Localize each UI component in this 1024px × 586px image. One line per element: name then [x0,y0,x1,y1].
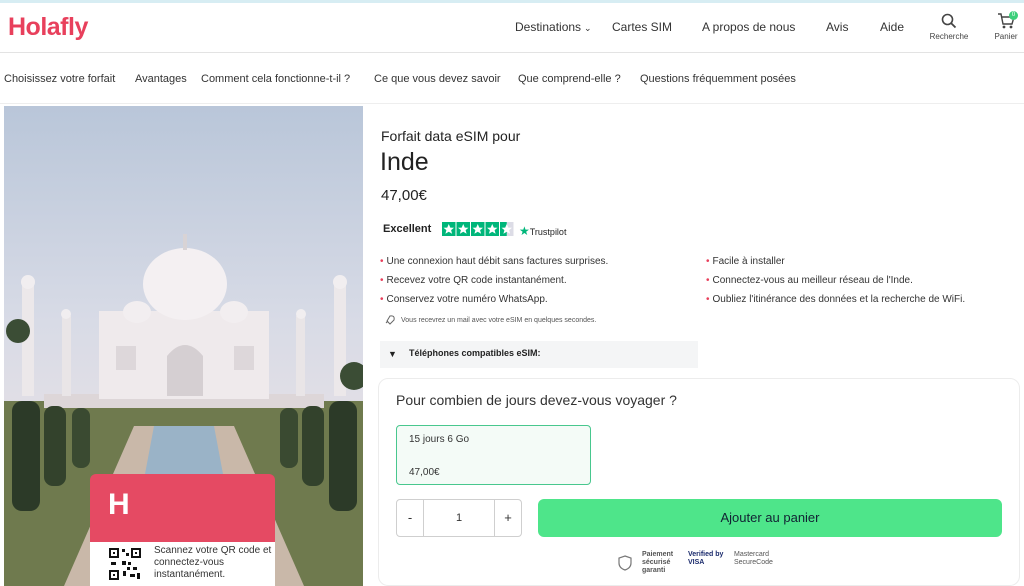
search-icon [941,13,957,29]
nav-avis[interactable]: Avis [826,20,848,34]
verified-by-visa-badge: Verified by VISA [688,551,724,566]
holafly-logo[interactable]: Holafly [8,13,88,42]
bullet-icon: • [706,256,710,267]
search-button[interactable]: Recherche [929,13,969,41]
feature-text: Une connexion haut débit sans factures s… [386,256,609,267]
secure-payment-text: Paiement sécurisé garanti [642,551,674,574]
feature-text: Conservez votre numéro WhatsApp. [386,294,548,305]
shield-icon [618,555,632,571]
plan-price: 47,00€ [409,467,440,478]
search-label: Recherche [929,32,969,41]
bullet-icon: • [380,256,384,267]
subnav-choisissez[interactable]: Choisissez votre forfait [4,73,115,85]
feature-item: • Facile à installer [706,256,785,267]
add-to-cart-button[interactable]: Ajouter au panier [538,499,1002,537]
trustpilot-star-icon: ★ [519,224,530,238]
subnav-comprend[interactable]: Que comprend-elle ? [518,73,621,85]
quantity-input[interactable]: 1 [424,500,494,536]
bullet-icon: • [706,294,710,305]
duration-question: Pour combien de jours devez-vous voyager… [396,392,677,408]
nav-aide[interactable]: Aide [880,20,904,34]
email-note-text: Vous recevrez un mail avec votre eSIM en… [401,316,597,324]
feature-item: • Oubliez l'itinérance des données et la … [706,294,965,305]
subnav-comment[interactable]: Comment cela fonctionne-t-il ? [201,73,350,85]
product-price: 47,00€ [381,187,427,204]
bullet-icon: • [380,275,384,286]
cart-button[interactable]: 0 Panier [988,11,1024,41]
product-subtitle: Forfait data eSIM pour [381,128,521,144]
quantity-decrease-button[interactable]: - [397,500,424,536]
product-title: Inde [380,148,429,176]
rating-label: Excellent [383,223,432,235]
nav-destinations-label: Destinations [515,20,582,34]
section-nav: Choisissez votre forfait Avantages Comme… [0,54,1024,104]
mastercard-securecode-badge: Mastercard SecureCode [734,551,773,566]
nav-destinations[interactable]: Destinations ⌄ [515,20,592,34]
subnav-savoir[interactable]: Ce que vous devez savoir [374,73,501,85]
feature-item: • Conservez votre numéro WhatsApp. [380,294,548,305]
trustpilot-label: Trustpilot [529,227,567,237]
rating-stars-icon [442,222,514,236]
plan-name: 15 jours 6 Go [409,434,470,445]
quantity-stepper: - 1 + [396,499,522,537]
qr-card: Scannez votre QR code et connectez-vous … [90,542,275,586]
compatible-phones-toggle[interactable]: ▼ Téléphones compatibles eSIM: [380,341,698,368]
subnav-avantages[interactable]: Avantages [135,73,187,85]
hero-image: H Scannez votre QR code et connectez-vou… [4,106,363,586]
nav-a-propos[interactable]: A propos de nous [702,20,795,34]
bullet-icon: • [706,275,710,286]
feature-item: • Connectez-vous au meilleur réseau de l'… [706,275,913,286]
email-note: Vous recevrez un mail avec votre eSIM en… [384,315,596,325]
bullet-icon: • [380,294,384,305]
site-header: Holafly Destinations ⌄ Cartes SIM A propo… [0,3,1024,53]
nav-cartes-sim[interactable]: Cartes SIM [612,20,672,34]
rocket-icon [385,315,395,325]
chevron-down-icon: ⌄ [584,23,592,33]
qr-card-text: Scannez votre QR code et connectez-vous … [154,545,272,580]
feature-item: • Une connexion haut débit sans factures … [380,256,608,267]
qr-code-icon [108,547,142,581]
feature-text: Facile à installer [712,256,785,267]
plan-option-selected[interactable]: 15 jours 6 Go 47,00€ [396,425,591,485]
feature-text: Recevez votre QR code instantanément. [386,275,567,286]
holafly-card: H [90,474,275,544]
feature-item: • Recevez votre QR code instantanément. [380,275,567,286]
trustpilot-logo: ★Trustpilot [519,224,566,238]
caret-down-icon: ▼ [388,349,397,359]
feature-text: Oubliez l'itinérance des données et la r… [712,294,966,305]
cart-count-badge: 0 [1009,11,1018,20]
quantity-increase-button[interactable]: + [494,500,521,536]
cart-label: Panier [994,32,1018,41]
subnav-faq[interactable]: Questions fréquemment posées [640,73,796,85]
compatible-phones-label: Téléphones compatibles eSIM: [409,348,541,358]
holafly-h-mark: H [108,488,130,521]
feature-text: Connectez-vous au meilleur réseau de l'I… [712,275,913,286]
